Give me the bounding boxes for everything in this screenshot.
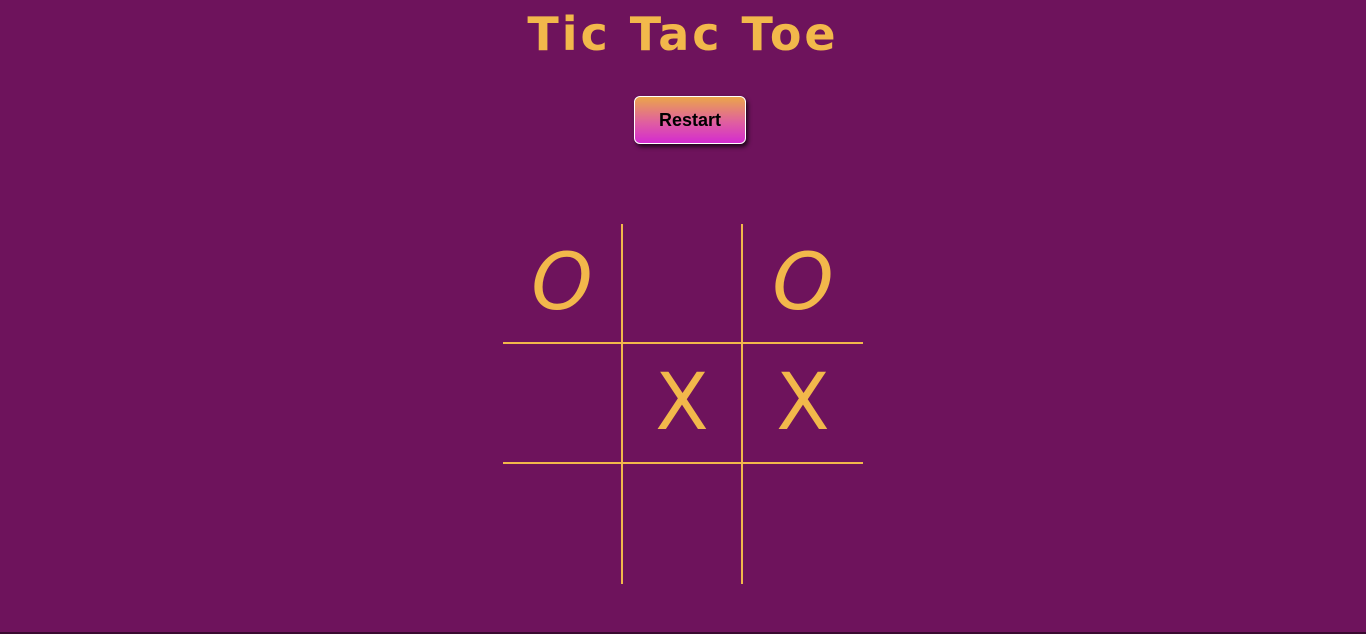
board-cell[interactable]: X	[623, 344, 743, 464]
restart-button[interactable]: Restart	[634, 96, 746, 144]
board-cell[interactable]: X	[743, 344, 863, 464]
board-cell[interactable]: O	[743, 224, 863, 344]
page-title: Tic Tac Toe	[527, 7, 839, 61]
board-cell[interactable]: O	[503, 224, 623, 344]
board-cell[interactable]	[743, 464, 863, 584]
game-board: O O X X	[503, 224, 863, 584]
board-cell[interactable]	[503, 464, 623, 584]
board-cell[interactable]	[623, 464, 743, 584]
board-cell[interactable]	[503, 344, 623, 464]
board-cell[interactable]	[623, 224, 743, 344]
